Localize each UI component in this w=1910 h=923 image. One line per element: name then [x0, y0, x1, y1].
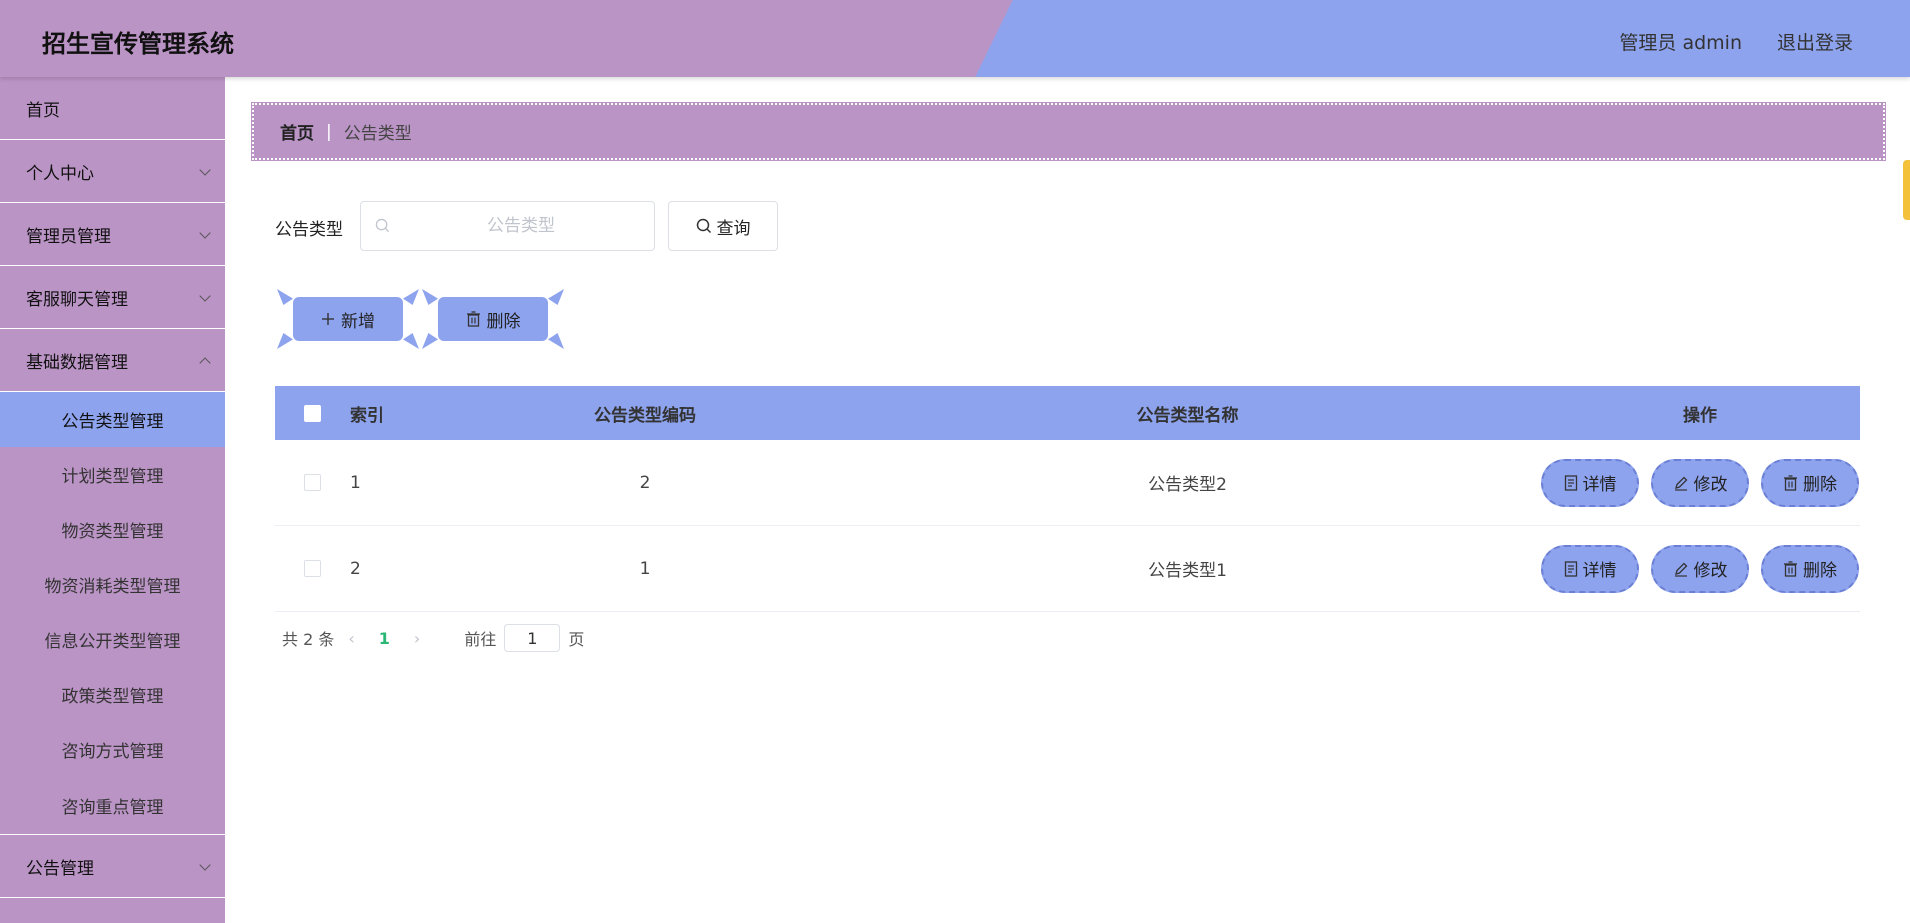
search-icon [696, 218, 711, 234]
detail-button-label: 详情 [1582, 475, 1617, 495]
sidebar-subitem-consult-method[interactable]: 咨询方式管理 [0, 722, 225, 777]
edit-button[interactable]: 修改 [1651, 544, 1749, 593]
search-input[interactable] [401, 202, 641, 250]
chevron-down-icon [199, 227, 211, 239]
sidebar-subitem-material-type[interactable]: 物资类型管理 [0, 502, 225, 557]
detail-button[interactable]: 详情 [1541, 458, 1639, 507]
data-table: 索引 公告类型编码 公告类型名称 操作 1 2 公告类型2 详情 修改 删除 2… [275, 386, 1860, 612]
sidebar-item-label: 基础数据管理 [26, 352, 128, 373]
header-name: 公告类型名称 [1136, 405, 1239, 426]
header-code: 公告类型编码 [594, 405, 696, 426]
goto-page-input[interactable] [504, 624, 561, 652]
sidebar-item-label: 管理员管理 [26, 226, 111, 247]
admin-label: 管理员 admin [1619, 32, 1742, 54]
table-row: 1 2 公告类型2 详情 修改 删除 [275, 440, 1860, 526]
batch-delete-button-label: 删除 [486, 311, 521, 332]
scrollbar-thumb[interactable] [1903, 160, 1910, 220]
sidebar-subitem-policy-type[interactable]: 政策类型管理 [0, 667, 225, 722]
goto-label: 前往 [464, 630, 497, 649]
trash-icon [466, 311, 480, 327]
logout-button[interactable]: 退出登录 [1777, 28, 1853, 55]
query-button-label: 查询 [716, 218, 751, 239]
search-icon [375, 218, 390, 233]
sidebar-item-admin-management[interactable]: 管理员管理 [0, 203, 225, 266]
pagination-total: 共 2 条 [282, 630, 335, 649]
row-checkbox[interactable] [304, 474, 321, 491]
delete-button-label: 删除 [1803, 561, 1837, 581]
add-button-label: 新增 [341, 311, 375, 332]
page-number[interactable]: 1 [379, 629, 390, 648]
breadcrumb: 首页 | 公告类型 [251, 102, 1886, 161]
row-checkbox[interactable] [304, 560, 321, 577]
chevron-left-icon[interactable]: ‹ [348, 629, 354, 648]
top-header: 招生宣传管理系统 管理员 admin 退出登录 [0, 0, 1910, 77]
edit-button-label: 修改 [1693, 475, 1728, 495]
breadcrumb-separator: | [326, 121, 332, 142]
search-label: 公告类型 [275, 220, 343, 240]
edit-icon [1674, 562, 1687, 577]
document-icon [1564, 474, 1577, 491]
chevron-up-icon [199, 357, 211, 369]
trash-icon [1784, 474, 1797, 491]
edit-button[interactable]: 修改 [1651, 458, 1749, 507]
header-operations: 操作 [1683, 405, 1717, 426]
main-content: 首页 | 公告类型 公告类型 查询 新增 [225, 77, 1910, 923]
sidebar: 首页 个人中心 管理员管理 客服聊天管理 基础数据管理 公告类型管理 计划类型管… [0, 77, 225, 923]
table-header: 索引 公告类型编码 公告类型名称 操作 [275, 386, 1860, 440]
delete-button[interactable]: 删除 [1761, 544, 1859, 593]
batch-delete-button[interactable]: 删除 [422, 289, 564, 349]
breadcrumb-current: 公告类型 [343, 124, 412, 144]
chevron-right-icon[interactable]: › [414, 629, 420, 648]
sidebar-item-label: 客服聊天管理 [26, 289, 128, 310]
chevron-down-icon [199, 164, 211, 176]
sidebar-subitem-info-disclosure-type[interactable]: 信息公开类型管理 [0, 612, 225, 667]
cell-name: 公告类型2 [1148, 475, 1227, 495]
delete-button[interactable]: 删除 [1761, 458, 1859, 507]
sidebar-item-label: 个人中心 [26, 163, 94, 184]
cell-code: 1 [639, 558, 651, 579]
detail-button[interactable]: 详情 [1541, 544, 1639, 593]
trash-icon [1784, 560, 1797, 577]
query-button[interactable]: 查询 [668, 201, 778, 251]
sidebar-item-notice-management[interactable]: 公告管理 [0, 835, 225, 898]
pagination: 共 2 条 ‹ 1 › 前往 页 [282, 624, 584, 652]
sidebar-item-label: 首页 [26, 100, 60, 121]
breadcrumb-home[interactable]: 首页 [280, 119, 314, 144]
document-icon [1564, 560, 1577, 577]
app-title: 招生宣传管理系统 [42, 30, 234, 58]
plus-icon [322, 313, 334, 325]
page-suffix: 页 [568, 630, 585, 649]
sidebar-item-chat-management[interactable]: 客服聊天管理 [0, 266, 225, 329]
edit-button-label: 修改 [1693, 561, 1728, 581]
sidebar-subitem-consult-focus[interactable]: 咨询重点管理 [0, 777, 225, 835]
edit-icon [1674, 476, 1687, 491]
cell-index: 1 [350, 472, 361, 493]
sidebar-subitem-plan-type[interactable]: 计划类型管理 [0, 447, 225, 502]
add-button[interactable]: 新增 [277, 289, 419, 349]
cell-code: 2 [639, 472, 651, 493]
sidebar-item-personal-center[interactable]: 个人中心 [0, 140, 225, 203]
cell-index: 2 [350, 558, 361, 579]
chevron-down-icon [199, 859, 211, 871]
sidebar-item-home[interactable]: 首页 [0, 77, 225, 140]
sidebar-subitem-material-consumption-type[interactable]: 物资消耗类型管理 [0, 557, 225, 612]
header-index: 索引 [350, 405, 384, 426]
sidebar-item-label: 公告管理 [26, 858, 94, 879]
sidebar-subitem-notice-type[interactable]: 公告类型管理 [0, 392, 225, 447]
chevron-down-icon [199, 290, 211, 302]
cell-name: 公告类型1 [1148, 561, 1227, 581]
select-all-checkbox[interactable] [304, 404, 321, 422]
search-box [360, 201, 655, 251]
table-row: 2 1 公告类型1 详情 修改 删除 [275, 526, 1860, 612]
detail-button-label: 详情 [1582, 561, 1617, 581]
delete-button-label: 删除 [1803, 475, 1837, 495]
sidebar-item-basic-data[interactable]: 基础数据管理 [0, 329, 225, 392]
